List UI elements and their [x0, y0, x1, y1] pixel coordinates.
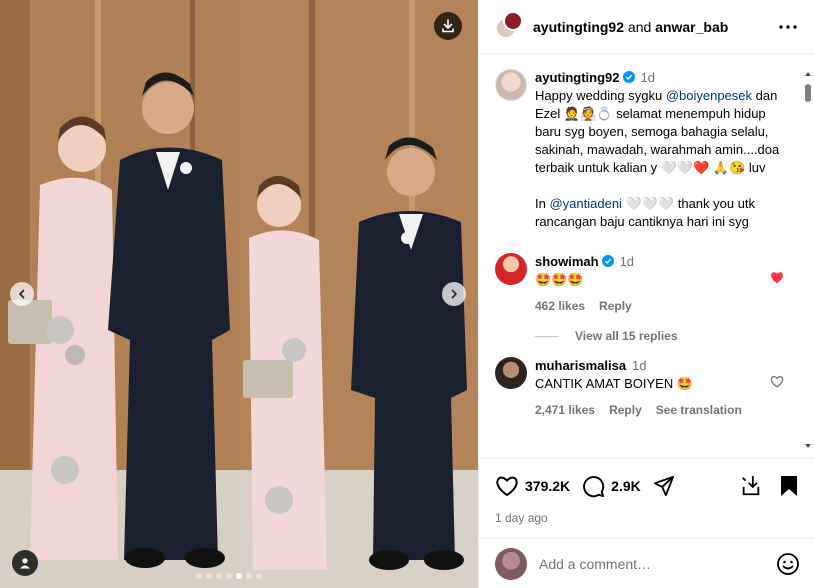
- caption-text: In: [535, 196, 550, 211]
- avatar[interactable]: [495, 253, 527, 285]
- carousel-indicator: [196, 573, 262, 579]
- scrollbar-thumb[interactable]: [805, 84, 811, 102]
- add-comment-bar: [479, 538, 814, 588]
- tagged-users-button[interactable]: [12, 550, 38, 576]
- emoji-icon[interactable]: [776, 552, 800, 576]
- comment-button[interactable]: 2.9K: [582, 475, 641, 498]
- post-authors: ayutingting92 and anwar_bab: [533, 19, 776, 35]
- chevron-right-icon: [451, 289, 457, 299]
- comment-input[interactable]: [539, 555, 776, 572]
- see-translation-button[interactable]: See translation: [656, 401, 742, 419]
- carousel-dot: [206, 573, 212, 579]
- post-media[interactable]: [0, 0, 478, 588]
- comment-username[interactable]: showimah: [535, 254, 599, 269]
- action-bar: 379.2K 2.9K 1 day ago: [479, 458, 814, 528]
- comments-list[interactable]: ayutingting92 1d Happy wedding sygku @boi…: [479, 55, 814, 458]
- more-icon: [779, 24, 797, 29]
- carousel-prev-button[interactable]: [10, 282, 34, 306]
- comment-icon: [583, 475, 605, 497]
- post-header: ayutingting92 and anwar_bab: [479, 0, 814, 54]
- bookmark-icon[interactable]: [780, 475, 798, 497]
- download-icon: [442, 19, 454, 33]
- collab-avatars[interactable]: [495, 10, 523, 41]
- caption-time[interactable]: 1d: [641, 70, 655, 85]
- share-icon: [653, 475, 674, 497]
- comment-likes[interactable]: 462 likes: [535, 297, 585, 315]
- view-replies-button[interactable]: View all 15 replies: [535, 329, 798, 343]
- photo-couple-left: [0, 0, 239, 588]
- comment-count: 2.9K: [611, 478, 641, 494]
- comment-time[interactable]: 1d: [632, 358, 646, 373]
- comment-time[interactable]: 1d: [620, 254, 634, 269]
- download-icon[interactable]: [740, 475, 762, 497]
- verified-icon: [622, 71, 635, 83]
- comment-item: showimah 1d 🤩🤩🤩 462 likes Reply: [495, 253, 798, 315]
- post-date[interactable]: 1 day ago: [495, 511, 798, 525]
- caption: ayutingting92 1d Happy wedding sygku @boi…: [495, 69, 798, 231]
- and-text: and: [627, 18, 652, 35]
- carousel-dot: [256, 573, 262, 579]
- comment-text: CANTIK AMAT BOIYEN 🤩: [535, 376, 694, 391]
- view-replies-label: View all 15 replies: [575, 329, 678, 343]
- caption-text: Happy wedding sygku: [535, 88, 666, 103]
- avatar[interactable]: [495, 69, 527, 101]
- avatar: [503, 10, 523, 31]
- heart-icon: [496, 476, 518, 497]
- carousel-dot: [226, 573, 232, 579]
- carousel-dot: [196, 573, 202, 579]
- chevron-left-icon: [19, 289, 25, 299]
- reply-button[interactable]: Reply: [599, 297, 632, 315]
- like-count: 379.2K: [525, 478, 571, 494]
- carousel-dot: [216, 573, 222, 579]
- comment-text: 🤩🤩🤩: [535, 272, 584, 287]
- more-options-button[interactable]: [776, 15, 800, 39]
- author-link[interactable]: anwar_bab: [655, 19, 728, 35]
- user-icon: [20, 558, 30, 569]
- caption-username[interactable]: ayutingting92: [535, 70, 620, 85]
- reply-button[interactable]: Reply: [609, 401, 642, 419]
- verified-icon: [601, 255, 614, 267]
- scroll-up-icon[interactable]: [804, 70, 812, 78]
- mention-link[interactable]: @yantiadeni: [549, 196, 621, 211]
- download-button[interactable]: [434, 12, 462, 40]
- post-panel: ayutingting92 and anwar_bab ayutingting9…: [478, 0, 814, 588]
- comment-username[interactable]: muharismalisa: [535, 358, 626, 373]
- divider: [535, 335, 559, 337]
- share-button[interactable]: [653, 475, 675, 497]
- avatar[interactable]: [495, 357, 527, 389]
- avatar: [495, 547, 527, 580]
- carousel-dot: [246, 573, 252, 579]
- heart-filled-icon[interactable]: [770, 271, 784, 284]
- comments-scrollbar[interactable]: [804, 70, 812, 450]
- comment-likes[interactable]: 2,471 likes: [535, 401, 595, 419]
- like-button[interactable]: 379.2K: [495, 475, 570, 497]
- heart-outline-icon[interactable]: [770, 375, 784, 388]
- scroll-down-icon[interactable]: [804, 442, 812, 450]
- author-link[interactable]: ayutingting92: [533, 19, 624, 35]
- carousel-next-button[interactable]: [442, 282, 466, 306]
- comment-item: muharismalisa 1d CANTIK AMAT BOIYEN 🤩 2,4…: [495, 357, 798, 419]
- carousel-dot: [236, 573, 242, 579]
- mention-link[interactable]: @boiyenpesek: [666, 88, 752, 103]
